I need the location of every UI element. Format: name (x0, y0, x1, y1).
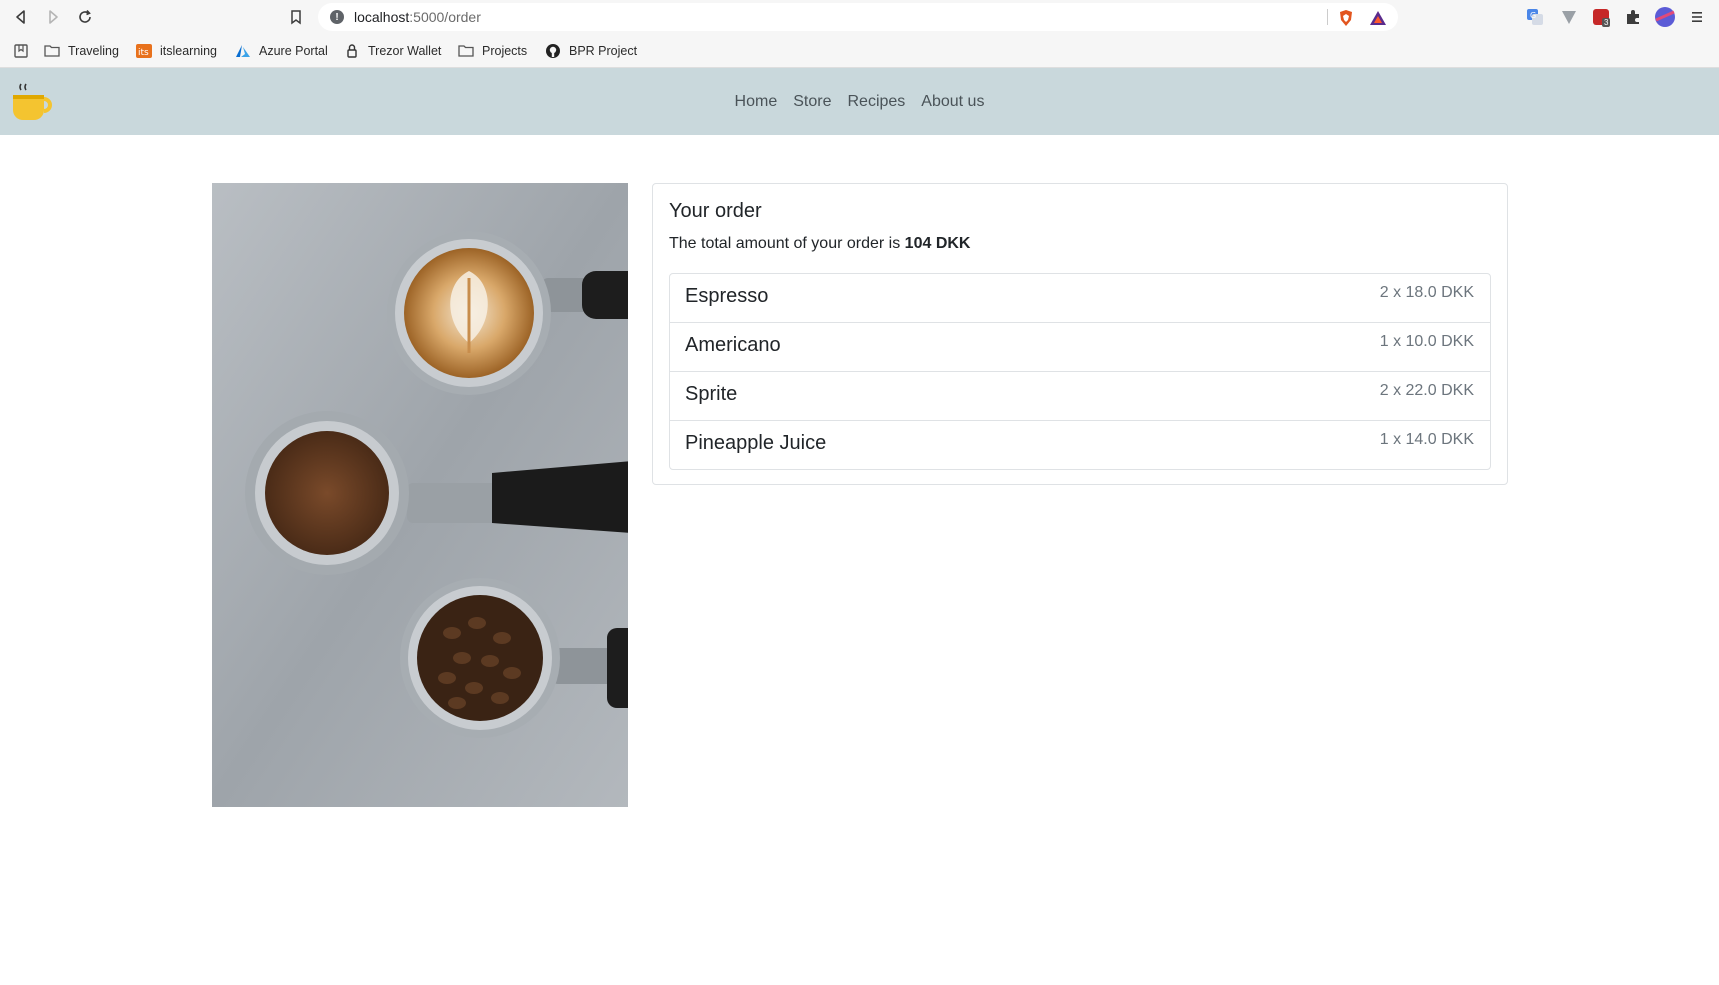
list-item: Espresso 2 x 18.0 DKK (670, 274, 1490, 323)
bookmark-icon[interactable] (285, 6, 307, 28)
nav-link-home[interactable]: Home (735, 93, 778, 111)
nav-link-store[interactable]: Store (793, 93, 831, 111)
profile-avatar-icon[interactable] (1654, 6, 1676, 28)
vpn-extension-icon[interactable] (1560, 8, 1578, 26)
item-name: Sprite (685, 383, 738, 405)
puzzle-icon[interactable] (1624, 8, 1642, 26)
item-name: Espresso (685, 285, 769, 307)
url-text: localhost:5000/order (354, 9, 481, 25)
item-name: Americano (685, 334, 781, 356)
nav-links: Home Store Recipes About us (0, 68, 1719, 135)
bookmark-projects[interactable]: Projects (458, 42, 527, 60)
address-bar[interactable]: ! localhost:5000/order (318, 3, 1398, 31)
item-price: 1 x 10.0 DKK (1379, 333, 1474, 350)
reading-list-icon[interactable] (13, 43, 29, 59)
bookmark-bpr-project[interactable]: BPR Project (545, 42, 637, 60)
item-price: 2 x 22.0 DKK (1379, 382, 1474, 399)
site-info-icon[interactable]: ! (330, 10, 344, 24)
item-price: 2 x 18.0 DKK (1379, 284, 1474, 301)
site-navbar: Home Store Recipes About us (0, 68, 1719, 135)
bookmark-traveling[interactable]: Traveling (44, 42, 119, 60)
browser-toolbar: ! localhost:5000/order G 3 (0, 0, 1719, 34)
item-price: 1 x 14.0 DKK (1379, 431, 1474, 448)
extension-badge: 3 (1602, 18, 1611, 27)
order-card: Your order The total amount of your orde… (652, 183, 1508, 485)
bookmark-itslearning[interactable]: its itslearning (136, 42, 217, 60)
translate-icon[interactable]: G (1526, 8, 1544, 26)
forward-icon[interactable] (42, 6, 64, 28)
order-title: Your order (669, 200, 762, 222)
nav-link-recipes[interactable]: Recipes (847, 93, 905, 111)
azure-icon (235, 43, 251, 59)
svg-text:its: its (138, 48, 149, 58)
nav-link-about-us[interactable]: About us (921, 93, 984, 111)
bookmark-trezor-wallet[interactable]: Trezor Wallet (344, 42, 441, 60)
order-total-text: The total amount of your order is 104 DK… (669, 235, 971, 252)
coffee-portafilters-image (212, 183, 628, 807)
bookmarks-bar: Traveling its itslearning Azure Portal T… (0, 34, 1719, 68)
order-items-list: Espresso 2 x 18.0 DKK Americano 1 x 10.0… (669, 273, 1491, 470)
folder-icon (44, 43, 60, 59)
list-item: Sprite 2 x 22.0 DKK (670, 372, 1490, 421)
folder-icon (458, 43, 474, 59)
order-total-value: 104 DKK (904, 235, 971, 252)
itslearning-icon: its (136, 43, 152, 59)
reload-icon[interactable] (74, 6, 96, 28)
list-item: Pineapple Juice 1 x 14.0 DKK (670, 421, 1490, 469)
github-icon (545, 43, 561, 59)
counter-extension-icon[interactable]: 3 (1592, 8, 1611, 27)
brave-rewards-icon[interactable] (1369, 9, 1387, 27)
item-name: Pineapple Juice (685, 432, 827, 454)
list-item: Americano 1 x 10.0 DKK (670, 323, 1490, 372)
svg-text:G: G (1530, 11, 1536, 20)
url-separator (1327, 9, 1328, 25)
back-icon[interactable] (10, 6, 32, 28)
bookmark-azure-portal[interactable]: Azure Portal (235, 42, 328, 60)
lock-icon (344, 43, 360, 59)
brave-shield-icon[interactable] (1337, 9, 1355, 27)
menu-icon[interactable] (1688, 8, 1706, 26)
